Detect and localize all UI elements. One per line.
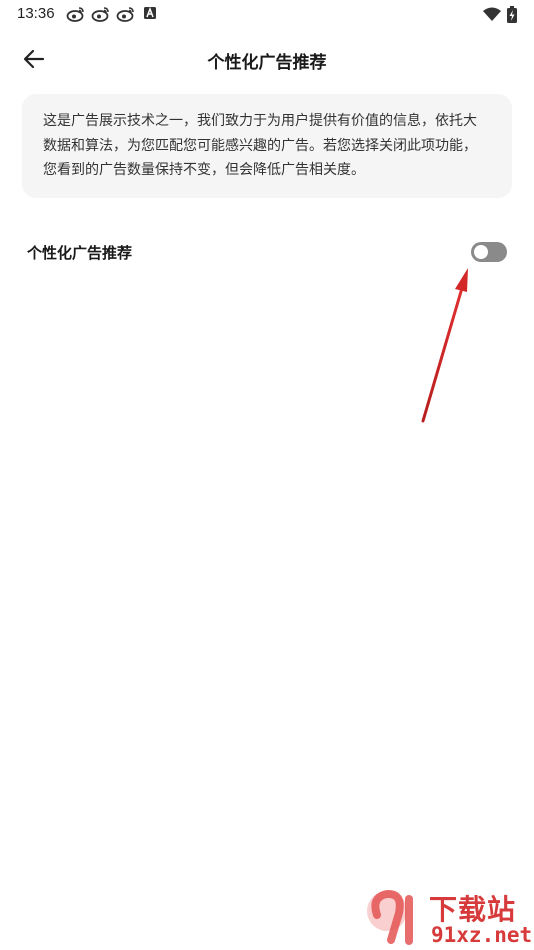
setting-label: 个性化广告推荐 [27,244,133,262]
weibo-icon [91,6,111,22]
wifi-icon [482,6,502,22]
battery-charging-icon [506,6,520,23]
app-header: 个性化广告推荐 [0,36,534,82]
info-card-text: 这是广告展示技术之一，我们致力于为用户提供有价值的信息，依托大数据和算法，为您匹… [43,113,477,178]
watermark: 下载站 91xz.net [361,885,534,950]
a-badge-icon [143,6,163,22]
page-title: 个性化广告推荐 [207,53,327,73]
info-card: 这是广告展示技术之一，我们致力于为用户提供有价值的信息，依托大数据和算法，为您匹… [22,94,512,198]
toggle-knob [474,245,488,259]
weibo-icon [66,6,86,22]
status-bar: 13:36 [0,0,534,30]
watermark-logo-icon [367,889,413,945]
watermark-site: 91xz.net [431,923,533,947]
watermark-title: 下载站 [429,893,517,926]
weibo-icon [116,6,136,22]
status-time: 13:36 [17,5,55,22]
setting-row-personalized-ads: 个性化广告推荐 [0,234,534,272]
personalized-ads-toggle[interactable] [471,242,507,262]
